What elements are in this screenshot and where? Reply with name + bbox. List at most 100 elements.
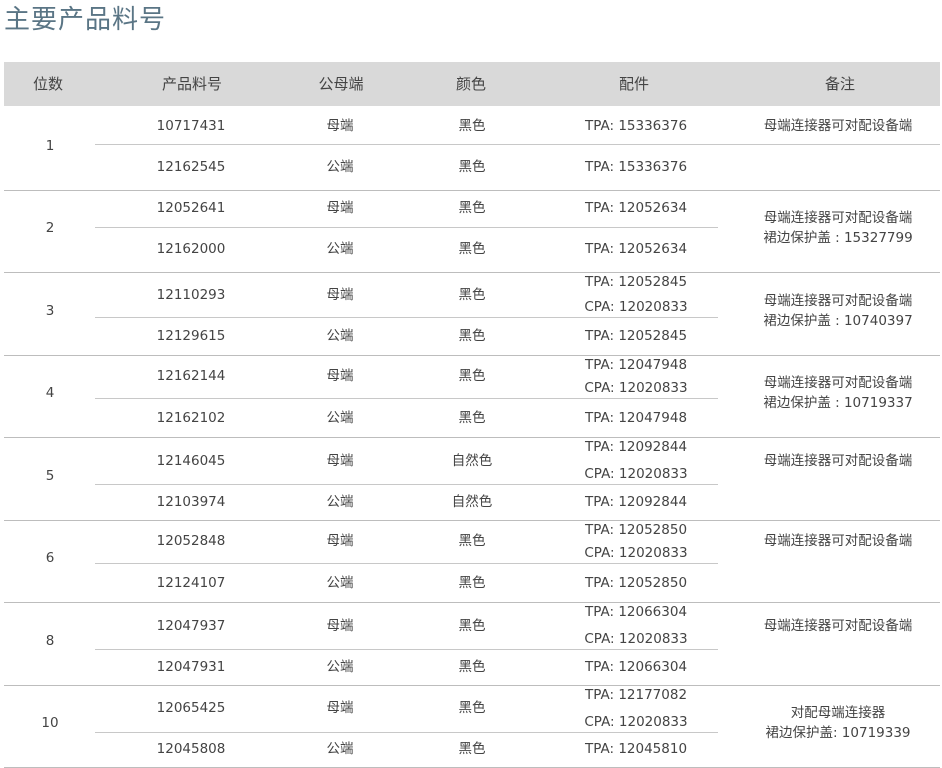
gender-cell: 母端 [326,200,354,217]
color-cell: 黑色 [458,200,486,217]
positions-cell: 2 [45,220,55,237]
part-number-cell: 12162545 [156,158,226,175]
part-number-cell: 12129615 [156,327,226,344]
part-number-cell: 10717431 [156,117,226,134]
positions-cell: 6 [45,550,55,567]
gender-cell: 公端 [326,493,354,510]
notes-cell: 母端连接器可对配设备端 [763,292,913,309]
color-cell: 黑色 [458,700,486,716]
gender-cell: 公端 [326,741,354,758]
part-number-cell: 12162000 [156,241,226,258]
gender-cell: 公端 [326,241,354,258]
notes-cell: 母端连接器可对配设备端 [763,617,913,634]
notes-cell: 母端连接器可对配设备端 [763,117,913,134]
part-number-cell: 12103974 [156,493,226,510]
header-notes: 备注 [824,75,855,93]
gender-cell: 母端 [326,533,354,550]
row-divider [4,602,940,603]
gender-cell: 公端 [326,658,354,675]
table-header: 位数 产品料号 公母端 颜色 配件 备注 [4,62,940,106]
row-divider [95,144,940,146]
part-number-cell: 12110293 [156,286,226,303]
notes-cell: 裙边保护盖: 10719339 [765,725,911,742]
color-cell: 黑色 [458,617,486,634]
color-cell: 黑色 [458,117,486,134]
accessory-cell: TPA: 15336376 [584,117,688,134]
accessory-cell: CPA: 12020833 [584,545,688,562]
page-title: 主要产品料号 [4,5,167,35]
part-number-cell: 12052641 [156,200,226,217]
accessory-cell: CPA: 12020833 [584,380,688,397]
header-color: 颜色 [455,75,486,93]
accessory-cell: TPA: 12052634 [584,241,688,258]
accessory-cell: TPA: 12052850 [584,521,688,538]
positions-cell: 4 [45,385,55,402]
notes-cell: 裙边保护盖 : 15327799 [763,230,913,247]
part-number-cell: 12047937 [156,617,226,634]
color-cell: 黑色 [458,741,486,758]
row-divider [95,484,718,486]
color-cell: 黑色 [458,158,486,175]
notes-cell: 裙边保护盖 : 10740397 [763,312,913,329]
row-divider [4,519,940,521]
row-divider [4,189,940,191]
positions-cell: 8 [45,632,55,649]
accessory-cell: TPA: 12092844 [584,493,688,510]
accessory-cell: CPA: 12020833 [584,713,688,730]
positions-cell: 1 [45,137,55,154]
accessory-cell: TPA: 12052634 [584,200,688,217]
gender-cell: 母端 [326,286,354,303]
notes-cell: 母端连接器可对配设备端 [763,210,913,227]
row-divider [4,684,940,686]
color-cell: 黑色 [458,409,486,426]
accessory-cell: CPA: 12020833 [584,631,688,648]
positions-cell: 5 [45,467,55,484]
accessory-cell: TPA: 12066304 [584,604,688,620]
notes-cell: 裙边保护盖 : 10719337 [763,395,913,412]
accessory-cell: TPA: 12047948 [584,409,688,426]
positions-cell: 3 [45,302,55,319]
header-part-number: 产品料号 [161,75,222,93]
gender-cell: 公端 [326,158,354,175]
color-cell: 黑色 [458,327,486,344]
accessory-cell: TPA: 12047948 [584,356,688,373]
row-divider [95,317,718,319]
color-cell: 黑色 [458,574,486,591]
color-cell: 黑色 [458,368,486,385]
gender-cell: 母端 [326,368,354,385]
gender-cell: 公端 [326,574,354,591]
color-cell: 黑色 [458,286,486,303]
gender-cell: 公端 [326,409,354,426]
accessory-cell: TPA: 12045810 [584,741,688,758]
row-divider [95,226,718,228]
row-divider [95,731,718,733]
gender-cell: 母端 [326,117,354,134]
notes-cell: 母端连接器可对配设备端 [763,533,913,550]
notes-cell: 对配母端连接器 [790,705,886,722]
part-number-cell: 12065425 [156,700,226,716]
part-number-cell: 12162102 [156,409,226,426]
color-cell: 自然色 [451,493,493,510]
accessory-cell: CPA: 12020833 [584,299,688,316]
gender-cell: 母端 [326,452,354,469]
color-cell: 黑色 [458,658,486,675]
part-number-cell: 12047931 [156,658,226,675]
part-number-cell: 12045808 [156,741,226,758]
accessory-cell: CPA: 12020833 [584,466,688,483]
gender-cell: 公端 [326,327,354,344]
header-accessories: 配件 [618,75,649,93]
row-divider [95,398,718,400]
header-gender: 公母端 [318,75,364,93]
accessory-cell: TPA: 12052845 [584,327,688,344]
color-cell: 黑色 [458,241,486,258]
accessory-cell: TPA: 12177082 [584,686,688,703]
part-number-cell: 12052848 [156,533,226,550]
row-divider [4,354,940,356]
row-divider [4,437,940,438]
part-number-cell: 12146045 [156,452,226,469]
part-number-cell: 12162144 [156,368,226,385]
notes-cell: 母端连接器可对配设备端 [763,375,913,392]
accessory-cell: TPA: 12052845 [584,274,688,290]
gender-cell: 母端 [326,617,354,634]
header-positions: 位数 [32,75,63,93]
